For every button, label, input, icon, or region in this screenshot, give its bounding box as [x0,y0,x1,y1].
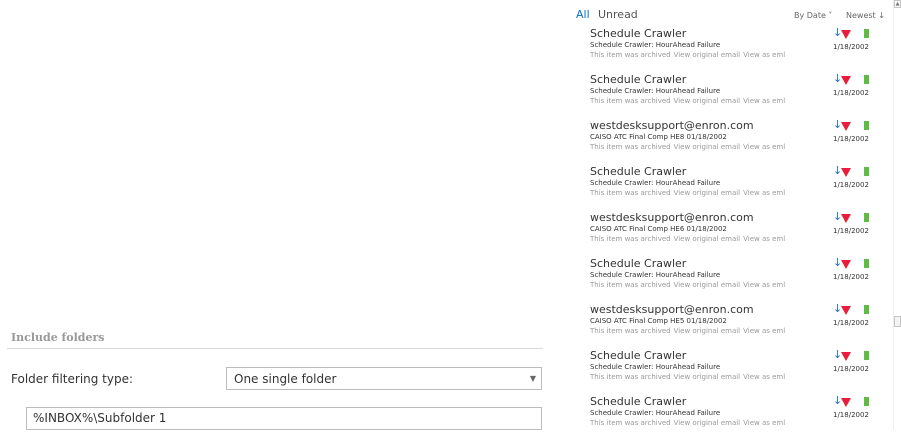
mail-archive-note: This item was archived View original emai… [590,418,890,428]
category-icon [864,213,869,222]
chevron-down-icon: ▼ [529,374,537,383]
view-original-email-link[interactable]: View original email [674,143,741,151]
mail-item[interactable]: westdesksupport@enron.com CAISO ATC Fina… [590,303,890,350]
include-folders-header: Include folders [11,331,105,344]
mail-item[interactable]: Schedule Crawler Schedule Crawler: HourA… [590,27,890,74]
folder-path-input[interactable]: %INBOX%\Subfolder 1 [26,407,542,430]
category-icon [864,305,869,314]
mail-list-header: All Unread By Date ˅ Newest ↓ [576,8,888,24]
view-as-eml-link[interactable]: View as eml [743,373,785,381]
mail-list-scrollbar[interactable]: ▲ [893,0,901,430]
mail-date: 1/18/2002 [833,89,869,97]
folder-filtering-type-label: Folder filtering type: [11,372,134,386]
archived-text: This item was archived [590,97,671,105]
view-original-email-link[interactable]: View original email [674,97,741,105]
mail-archive-note: This item was archived View original emai… [590,50,890,60]
view-as-eml-link[interactable]: View as eml [743,419,785,427]
archived-text: This item was archived [590,327,671,335]
view-as-eml-link[interactable]: View as eml [743,327,785,335]
view-original-email-link[interactable]: View original email [674,373,741,381]
mail-status-icons: ↓ [833,165,873,178]
scrollbar-thumb[interactable] [894,316,901,327]
archived-text: This item was archived [590,51,671,59]
view-original-email-link[interactable]: View original email [674,327,741,335]
mail-item[interactable]: Schedule Crawler Schedule Crawler: HourA… [590,349,890,396]
mail-archive-note: This item was archived View original emai… [590,280,890,290]
tab-all[interactable]: All [576,8,590,21]
mail-status-icons: ↓ [833,349,873,362]
flag-icon[interactable] [841,306,851,315]
mail-item[interactable]: westdesksupport@enron.com CAISO ATC Fina… [590,211,890,258]
flag-icon[interactable] [841,30,851,39]
archived-text: This item was archived [590,189,671,197]
view-as-eml-link[interactable]: View as eml [743,97,785,105]
category-icon [864,29,869,38]
mail-item[interactable]: Schedule Crawler Schedule Crawler: HourA… [590,395,890,442]
mail-status-icons: ↓ [833,27,873,40]
mail-date: 1/18/2002 [833,273,869,281]
category-icon [864,75,869,84]
mail-item[interactable]: Schedule Crawler Schedule Crawler: HourA… [590,165,890,212]
mail-archive-note: This item was archived View original emai… [590,142,890,152]
view-as-eml-link[interactable]: View as eml [743,281,785,289]
view-as-eml-link[interactable]: View as eml [743,143,785,151]
scroll-up-icon[interactable]: ▲ [894,0,901,8]
mail-status-icons: ↓ [833,119,873,132]
archived-text: This item was archived [590,419,671,427]
archived-text: This item was archived [590,143,671,151]
sort-order-toggle[interactable]: Newest ↓ [846,11,885,20]
mail-status-icons: ↓ [833,73,873,86]
mail-date: 1/18/2002 [833,227,869,235]
mail-status-icons: ↓ [833,257,873,270]
view-as-eml-link[interactable]: View as eml [743,51,785,59]
mail-status-icons: ↓ [833,211,873,224]
mail-date: 1/18/2002 [833,43,869,51]
view-as-eml-link[interactable]: View as eml [743,189,785,197]
archived-text: This item was archived [590,373,671,381]
flag-icon[interactable] [841,260,851,269]
mail-archive-note: This item was archived View original emai… [590,372,890,382]
sort-by-dropdown[interactable]: By Date ˅ [794,11,832,20]
flag-icon[interactable] [841,168,851,177]
category-icon [864,121,869,130]
mail-archive-note: This item was archived View original emai… [590,188,890,198]
archived-text: This item was archived [590,235,671,243]
flag-icon[interactable] [841,214,851,223]
mail-date: 1/18/2002 [833,411,869,419]
mail-date: 1/18/2002 [833,135,869,143]
mail-date: 1/18/2002 [833,319,869,327]
mail-archive-note: This item was archived View original emai… [590,234,890,244]
mail-list: Schedule Crawler Schedule Crawler: HourA… [590,27,890,442]
mail-item[interactable]: Schedule Crawler Schedule Crawler: HourA… [590,257,890,304]
archived-text: This item was archived [590,281,671,289]
category-icon [864,259,869,268]
section-divider [7,348,543,349]
view-original-email-link[interactable]: View original email [674,189,741,197]
mail-archive-note: This item was archived View original emai… [590,326,890,336]
flag-icon[interactable] [841,76,851,85]
tab-unread[interactable]: Unread [598,8,638,21]
flag-icon[interactable] [841,352,851,361]
category-icon [864,351,869,360]
mail-status-icons: ↓ [833,303,873,316]
folder-filtering-type-value: One single folder [234,371,337,386]
mail-date: 1/18/2002 [833,181,869,189]
mail-item[interactable]: Schedule Crawler Schedule Crawler: HourA… [590,73,890,120]
view-as-eml-link[interactable]: View as eml [743,235,785,243]
view-original-email-link[interactable]: View original email [674,51,741,59]
mail-item[interactable]: westdesksupport@enron.com CAISO ATC Fina… [590,119,890,166]
mail-archive-note: This item was archived View original emai… [590,96,890,106]
flag-icon[interactable] [841,398,851,407]
view-original-email-link[interactable]: View original email [674,235,741,243]
category-icon [864,167,869,176]
mail-date: 1/18/2002 [833,365,869,373]
folder-filtering-type-select[interactable]: One single folder ▼ [226,367,542,390]
flag-icon[interactable] [841,122,851,131]
category-icon [864,397,869,406]
mail-status-icons: ↓ [833,395,873,408]
view-original-email-link[interactable]: View original email [674,281,741,289]
view-original-email-link[interactable]: View original email [674,419,741,427]
